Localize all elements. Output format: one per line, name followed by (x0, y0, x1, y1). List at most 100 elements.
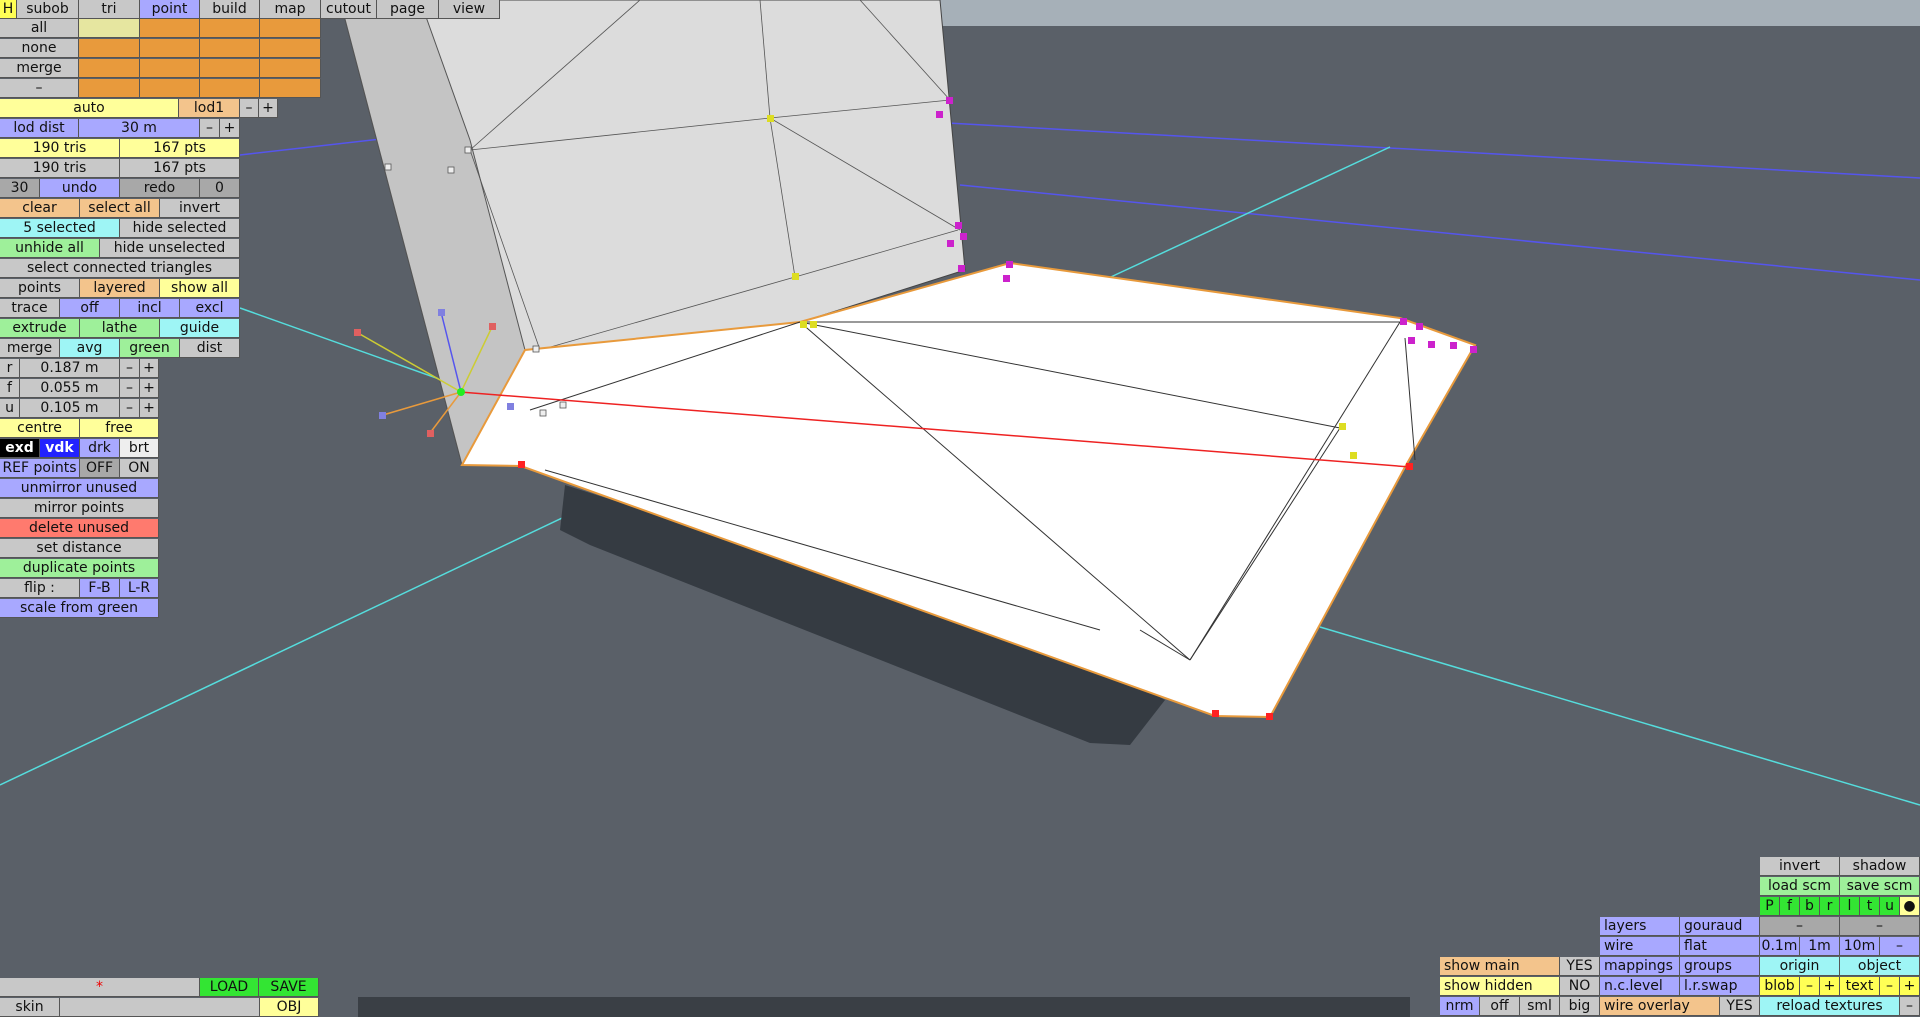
grid-cell[interactable] (200, 59, 260, 78)
wire-overlay-yes-button[interactable]: YES (1720, 997, 1760, 1016)
param-r-minus-button[interactable]: – (120, 359, 140, 378)
param-f-minus-button[interactable]: – (120, 379, 140, 398)
grid-cell[interactable] (200, 79, 260, 98)
flat-button[interactable]: flat (1680, 937, 1760, 956)
grid-0-1m-button[interactable]: 0.1m (1760, 937, 1800, 956)
shadow-button[interactable]: shadow (1840, 857, 1920, 876)
blob-plus-button[interactable]: + (1820, 977, 1840, 996)
invert-selection-button[interactable]: invert (160, 199, 240, 218)
grid-1m-button[interactable]: 1m (1800, 937, 1840, 956)
unhide-all-button[interactable]: unhide all (0, 239, 100, 258)
layers-button[interactable]: layers (1600, 917, 1680, 936)
tab-tri[interactable]: tri (79, 0, 140, 19)
flip-lr-button[interactable]: L-R (120, 579, 159, 598)
trace-button[interactable]: trace (0, 299, 60, 318)
grid-cell[interactable] (79, 39, 140, 58)
param-u-plus-button[interactable]: + (140, 399, 159, 418)
points-button[interactable]: points (0, 279, 80, 298)
groups-button[interactable]: groups (1680, 957, 1760, 976)
unmirror-unused-button[interactable]: unmirror unused (0, 479, 159, 498)
view-f-button[interactable]: f (1780, 897, 1800, 916)
skin-button[interactable]: skin (0, 998, 60, 1017)
grid-merge-label[interactable]: merge (0, 59, 79, 78)
nrm-button[interactable]: nrm (1440, 997, 1480, 1016)
ref-off-button[interactable]: OFF (80, 459, 120, 478)
off-button[interactable]: off (1480, 997, 1520, 1016)
grid-cell[interactable] (260, 19, 321, 38)
text-button[interactable]: text (1840, 977, 1880, 996)
view-u-button[interactable]: u (1880, 897, 1900, 916)
hide-unselected-button[interactable]: hide unselected (100, 239, 240, 258)
grid-cell[interactable] (260, 39, 321, 58)
guide-button[interactable]: guide (160, 319, 240, 338)
scale-from-green-button[interactable]: scale from green (0, 599, 159, 618)
3d-viewport[interactable] (0, 0, 1920, 1017)
trace-off-button[interactable]: off (60, 299, 120, 318)
render-vdk-button[interactable]: vdk (40, 439, 80, 458)
lod-plus-button[interactable]: + (259, 99, 278, 118)
view-l-button[interactable]: l (1840, 897, 1860, 916)
grid-all-label[interactable]: all (0, 19, 79, 38)
invert-view-button[interactable]: invert (1760, 857, 1840, 876)
view-p-button[interactable]: P (1760, 897, 1780, 916)
select-connected-triangles-button[interactable]: select connected triangles (0, 259, 240, 278)
tab-page[interactable]: page (377, 0, 439, 19)
grid-cell[interactable] (140, 19, 200, 38)
render-brt-button[interactable]: brt (120, 439, 159, 458)
grid-cell[interactable] (200, 39, 260, 58)
dot-icon[interactable]: ● (1900, 897, 1920, 916)
save-scm-button[interactable]: save scm (1840, 877, 1920, 896)
grid-10m-button[interactable]: 10m (1840, 937, 1880, 956)
param-r-plus-button[interactable]: + (140, 359, 159, 378)
origin-button[interactable]: origin (1760, 957, 1840, 976)
trace-excl-button[interactable]: excl (180, 299, 240, 318)
grid-cell[interactable] (140, 59, 200, 78)
show-hidden-no-button[interactable]: NO (1560, 977, 1600, 996)
extrude-button[interactable]: extrude (0, 319, 80, 338)
lod-dist-plus-button[interactable]: + (220, 119, 240, 138)
layered-button[interactable]: layered (80, 279, 160, 298)
h-toggle-button[interactable]: H (0, 0, 17, 19)
grid-cell[interactable] (140, 39, 200, 58)
tab-map[interactable]: map (260, 0, 321, 19)
view-b-button[interactable]: b (1800, 897, 1820, 916)
lod-minus-button[interactable]: – (240, 99, 259, 118)
grid-cell[interactable] (260, 59, 321, 78)
param-u-minus-button[interactable]: – (120, 399, 140, 418)
reload-minus-button[interactable]: – (1900, 997, 1920, 1016)
flip-fb-button[interactable]: F-B (80, 579, 120, 598)
set-distance-button[interactable]: set distance (0, 539, 159, 558)
text-minus-button[interactable]: – (1880, 977, 1900, 996)
text-plus-button[interactable]: + (1900, 977, 1920, 996)
grid-cell[interactable] (79, 59, 140, 78)
sml-button[interactable]: sml (1520, 997, 1560, 1016)
redo-button[interactable]: redo (120, 179, 200, 198)
grid-cell[interactable] (140, 79, 200, 98)
select-all-button[interactable]: select all (80, 199, 160, 218)
tab-subob[interactable]: subob (17, 0, 79, 19)
minus-button[interactable]: – (1760, 917, 1840, 936)
show-main-yes-button[interactable]: YES (1560, 957, 1600, 976)
mappings-button[interactable]: mappings (1600, 957, 1680, 976)
lathe-button[interactable]: lathe (80, 319, 160, 338)
centre-button[interactable]: centre (0, 419, 80, 438)
tab-build[interactable]: build (200, 0, 260, 19)
load-button[interactable]: LOAD (200, 978, 259, 997)
lod-dist-minus-button[interactable]: – (200, 119, 220, 138)
tab-view[interactable]: view (439, 0, 500, 19)
free-button[interactable]: free (80, 419, 159, 438)
lod1-button[interactable]: lod1 (179, 99, 240, 118)
wire-button[interactable]: wire (1600, 937, 1680, 956)
grid-dash-label[interactable]: – (0, 79, 79, 98)
ref-on-button[interactable]: ON (120, 459, 159, 478)
blob-button[interactable]: blob (1760, 977, 1800, 996)
undo-button[interactable]: undo (40, 179, 120, 198)
render-exd-button[interactable]: exd (0, 439, 40, 458)
merge-dist-button[interactable]: dist (180, 339, 240, 358)
render-drk-button[interactable]: drk (80, 439, 120, 458)
gouraud-button[interactable]: gouraud (1680, 917, 1760, 936)
trace-incl-button[interactable]: incl (120, 299, 180, 318)
reload-textures-button[interactable]: reload textures (1760, 997, 1900, 1016)
hide-selected-button[interactable]: hide selected (120, 219, 240, 238)
lod-auto-button[interactable]: auto (0, 99, 179, 118)
